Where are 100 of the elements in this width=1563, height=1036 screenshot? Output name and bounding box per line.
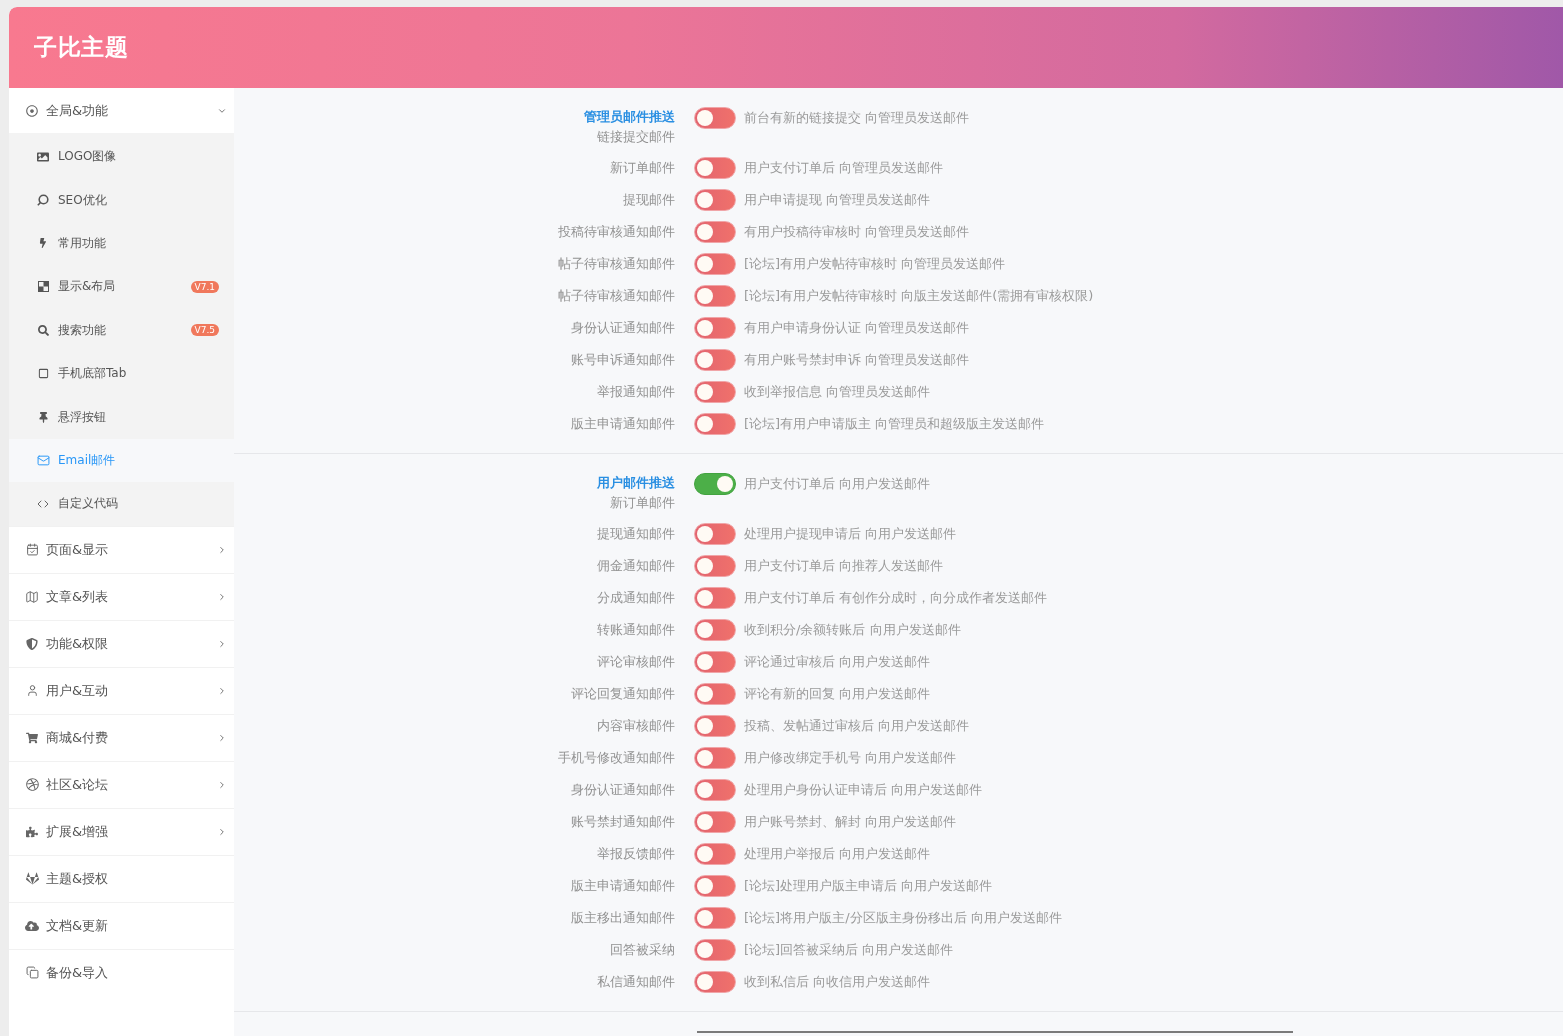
toggle-switch[interactable]	[694, 779, 736, 801]
setting-label: 身份认证通知邮件	[571, 781, 675, 799]
square-icon	[37, 368, 49, 380]
submenu-item[interactable]: SEO优化	[9, 178, 234, 222]
toggle-switch[interactable]	[694, 651, 736, 673]
setting-label: 链接提交邮件	[597, 128, 675, 146]
toggle-switch[interactable]	[694, 285, 736, 307]
setting-label: 提现邮件	[623, 191, 675, 209]
toggle-switch[interactable]	[694, 317, 736, 339]
toggle-switch[interactable]	[694, 473, 736, 495]
setting-label: 版主移出通知邮件	[571, 909, 675, 927]
setting-label: 回答被采纳	[610, 941, 675, 959]
toggle-switch[interactable]	[694, 907, 736, 929]
puzzle-icon	[26, 825, 38, 838]
toggle-switch[interactable]	[694, 843, 736, 865]
toggle-switch[interactable]	[694, 811, 736, 833]
setting-label: 帖子待审核通知邮件	[558, 287, 675, 305]
toggle-switch[interactable]	[694, 875, 736, 897]
setting-label: 举报反馈邮件	[597, 845, 675, 863]
setting-description: [论坛]有用户申请版主 向管理员和超级版主发送邮件	[744, 415, 1045, 433]
section-title: 管理员邮件推送	[584, 108, 675, 126]
setting-description: [论坛]处理用户版主申请后 向用户发送邮件	[744, 877, 993, 895]
toggle-switch[interactable]	[694, 747, 736, 769]
setting-description: 处理用户身份认证申请后 向用户发送邮件	[744, 781, 983, 799]
toggle-switch[interactable]	[694, 619, 736, 641]
setting-description: 前台有新的链接提交 向管理员发送邮件	[744, 109, 970, 127]
setting-description: 处理用户提现申请后 向用户发送邮件	[744, 525, 957, 543]
setting-description: 用户支付订单后 向推荐人发送邮件	[744, 557, 944, 575]
setting-label: 账号申诉通知邮件	[571, 351, 675, 369]
setting-description: 有用户投稿待审核时 向管理员发送邮件	[744, 223, 970, 241]
fox-icon	[25, 872, 39, 885]
map-icon	[25, 589, 39, 604]
setting-description: 用户支付订单后 向用户发送邮件	[744, 475, 931, 493]
setting-description: 处理用户举报后 向用户发送邮件	[744, 845, 931, 863]
submenu-item[interactable]: LOGO图像	[9, 135, 234, 179]
mail-icon	[36, 453, 50, 467]
image-icon	[37, 150, 49, 163]
setting-label: 手机号修改通知邮件	[558, 749, 675, 767]
setting-description: 有用户申请身份认证 向管理员发送邮件	[744, 319, 970, 337]
toggle-switch[interactable]	[694, 683, 736, 705]
toggle-switch[interactable]	[694, 523, 736, 545]
setting-label: 评论审核邮件	[597, 653, 675, 671]
setting-label: 账号禁封通知邮件	[571, 813, 675, 831]
toggle-switch[interactable]	[694, 189, 736, 211]
setting-label: 举报通知邮件	[597, 383, 675, 401]
setting-description: [论坛]将用户版主/分区版主身份移出后 向用户发送邮件	[744, 909, 1062, 927]
ring-icon	[37, 194, 49, 207]
setting-label: 评论回复通知邮件	[571, 685, 675, 703]
user-icon	[25, 684, 39, 697]
toggle-switch[interactable]	[694, 715, 736, 737]
submenu-item[interactable]: 搜索功能 V7.5	[9, 308, 234, 352]
setting-label: 投稿待审核通知邮件	[558, 223, 675, 241]
setting-description: 有用户账号禁封申诉 向管理员发送邮件	[744, 351, 970, 369]
toggle-switch[interactable]	[694, 157, 736, 179]
toggle-switch[interactable]	[694, 413, 736, 435]
toggle-switch[interactable]	[694, 349, 736, 371]
setting-description: 用户修改绑定手机号 向用户发送邮件	[744, 749, 957, 767]
cart-icon	[26, 731, 38, 744]
submenu-item[interactable]: 手机底部Tab	[9, 351, 234, 396]
submenu-item[interactable]: 常用功能	[9, 221, 234, 266]
toggle-switch[interactable]	[694, 971, 736, 993]
toggle-switch[interactable]	[694, 381, 736, 403]
toggle-switch[interactable]	[694, 221, 736, 243]
shield-icon	[26, 637, 38, 650]
setting-label: 私信通知邮件	[597, 973, 675, 991]
submenu-item[interactable]: 悬浮按钮	[9, 395, 234, 439]
copy-icon	[25, 966, 39, 979]
toggle-switch[interactable]	[694, 107, 736, 129]
checker-icon	[37, 281, 49, 293]
pin-icon	[37, 411, 49, 423]
toggle-switch[interactable]	[694, 587, 736, 609]
setting-description: 收到积分/余额转账后 向用户发送邮件	[744, 621, 961, 639]
toggle-switch[interactable]	[694, 253, 736, 275]
setting-label: 提现通知邮件	[597, 525, 675, 543]
app-title: 子比主题	[34, 33, 128, 62]
setting-description: 收到举报信息 向管理员发送邮件	[744, 383, 931, 401]
section-title: 用户邮件推送	[597, 474, 675, 492]
setting-description: 用户账号禁封、解封 向用户发送邮件	[744, 813, 957, 831]
setting-description: 用户支付订单后 向管理员发送邮件	[744, 159, 944, 177]
setting-description: [论坛]回答被采纳后 向用户发送邮件	[744, 941, 954, 959]
submenu-item[interactable]: 显示&布局 V7.1	[9, 265, 234, 309]
setting-description: 投稿、发帖通过审核后 向用户发送邮件	[744, 717, 970, 735]
setting-label: 转账通知邮件	[597, 621, 675, 639]
search-icon	[37, 324, 49, 336]
setting-label: 内容审核邮件	[597, 717, 675, 735]
setting-label: 分成通知邮件	[597, 589, 675, 607]
cloud-upload-icon	[25, 918, 39, 933]
setting-label: 新订单邮件	[610, 494, 675, 512]
setting-label: 帖子待审核通知邮件	[558, 255, 675, 273]
setting-description: 用户支付订单后 有创作分成时，向分成作者发送邮件	[744, 589, 1048, 607]
setting-description: 收到私信后 向收信用户发送邮件	[744, 973, 931, 991]
version-badge: V7.5	[190, 324, 219, 337]
setting-label: 身份认证通知邮件	[571, 319, 675, 337]
toggle-switch[interactable]	[694, 939, 736, 961]
setting-description: [论坛]有用户发帖待审核时 向管理员发送邮件	[744, 255, 1006, 273]
submenu-item[interactable]: 自定义代码	[9, 482, 234, 526]
setting-description: 评论通过审核后 向用户发送邮件	[744, 653, 931, 671]
toggle-switch[interactable]	[694, 555, 736, 577]
setting-description: 用户申请提现 向管理员发送邮件	[744, 191, 931, 209]
version-badge: V7.1	[190, 280, 219, 293]
